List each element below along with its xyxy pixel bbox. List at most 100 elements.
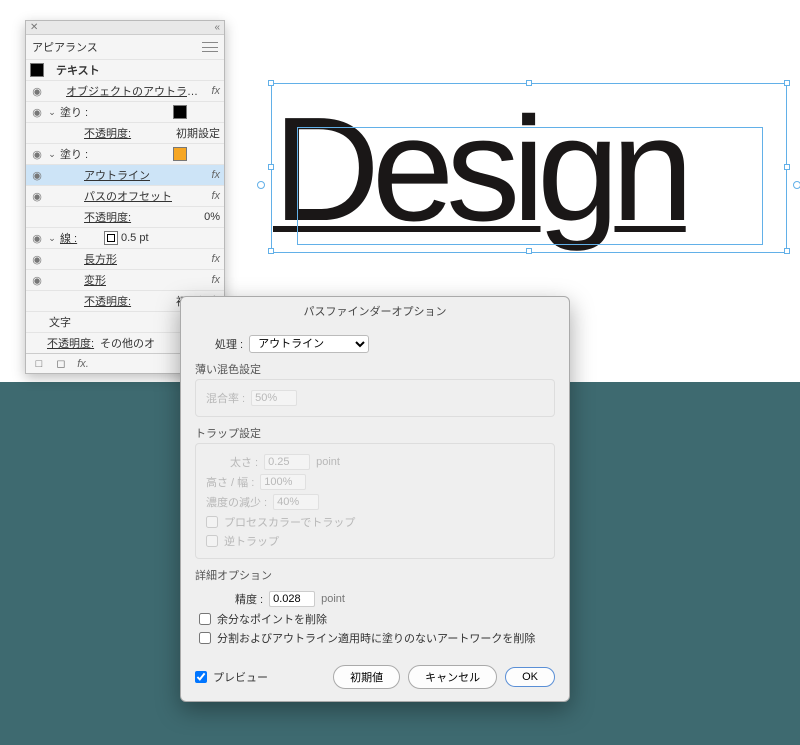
offset-path-row[interactable]: ◉ パスのオフセット fx (26, 185, 224, 206)
effect-label[interactable]: 長方形 (84, 251, 203, 267)
opacity-value: 初期設定 (176, 125, 220, 141)
selection-handle[interactable] (526, 80, 532, 86)
precision-input[interactable] (269, 591, 315, 607)
visibility-toggle[interactable]: ◉ (30, 210, 44, 224)
reverse-trap-label: 逆トラップ (224, 533, 279, 549)
fx-icon[interactable]: fx. (76, 357, 90, 371)
stroke-icon[interactable]: ◻ (54, 357, 68, 371)
mix-rate-input (251, 390, 297, 406)
visibility-toggle[interactable]: ◉ (30, 336, 44, 350)
fx-icon: fx (206, 169, 220, 181)
outline-effect-row[interactable]: ◉ アウトライン fx (26, 164, 224, 185)
thumbnail-swatch (30, 63, 44, 77)
visibility-toggle[interactable]: ◉ (30, 168, 44, 182)
opacity-row-1[interactable]: ◉ 不透明度: 初期設定 (26, 122, 224, 143)
thickness-input (264, 454, 310, 470)
height-row: 高さ / 幅 : (206, 474, 544, 490)
stroke-weight[interactable]: 0.5 pt (121, 232, 149, 244)
panel-titlebar[interactable]: ✕ « (26, 21, 224, 35)
fill-swatch[interactable] (173, 105, 187, 119)
remove-extra-checkbox[interactable] (199, 613, 211, 625)
disclosure-icon[interactable]: ⌄ (47, 107, 57, 118)
effect-label[interactable]: アウトライン (84, 167, 203, 183)
visibility-toggle[interactable]: ◉ (30, 105, 44, 119)
visibility-toggle[interactable]: ◉ (30, 231, 44, 245)
disclosure-icon[interactable]: ⌄ (47, 233, 57, 244)
reduce-input (273, 494, 319, 510)
visibility-toggle[interactable]: ◉ (30, 126, 44, 140)
opacity-row-2[interactable]: ◉ 不透明度: 0% (26, 206, 224, 227)
preview-checkbox[interactable] (195, 671, 207, 683)
panel-tab-label[interactable]: アピアランス (32, 39, 98, 55)
reduce-row: 濃度の減少 : (206, 494, 544, 510)
precision-row: 精度 : point (235, 591, 551, 607)
preview-row: プレビュー (195, 669, 268, 685)
fx-icon: fx (206, 85, 220, 97)
opacity-value: 0% (204, 211, 220, 223)
visibility-toggle[interactable]: ◉ (30, 147, 44, 161)
defaults-button[interactable]: 初期値 (333, 665, 400, 689)
trap-title: トラップ設定 (195, 425, 555, 441)
selection-handle[interactable] (784, 80, 790, 86)
remove-unpainted-label: 分割およびアウトライン適用時に塗りのないアートワークを削除 (217, 630, 535, 646)
anchor-left[interactable] (257, 181, 265, 189)
fill-row-2[interactable]: ◉ ⌄ 塗り : (26, 143, 224, 164)
fx-icon: fx (206, 190, 220, 202)
visibility-toggle[interactable]: ◉ (30, 84, 44, 98)
panel-menu-icon[interactable] (202, 42, 218, 52)
process-color-trap-row: プロセスカラーでトラップ (206, 514, 544, 530)
cancel-button[interactable]: キャンセル (408, 665, 497, 689)
opacity-label[interactable]: 不透明度: (47, 335, 97, 351)
opacity-label[interactable]: 不透明度: (84, 293, 173, 309)
selection-handle[interactable] (526, 248, 532, 254)
effect-label[interactable]: パスのオフセット (84, 188, 203, 204)
close-icon[interactable]: ✕ (30, 22, 38, 33)
reverse-trap-row: 逆トラップ (206, 533, 544, 549)
softmix-title: 薄い混色設定 (195, 361, 555, 377)
fill-label: 塗り : (60, 104, 170, 120)
opacity-label[interactable]: 不透明度: (84, 125, 173, 141)
effect-label[interactable]: オブジェクトのアウトライン (66, 83, 203, 99)
collapse-icon[interactable]: « (214, 22, 220, 33)
stroke-label[interactable]: 線 : (60, 230, 84, 246)
thickness-row: 太さ : point (206, 454, 544, 470)
selection-handle[interactable] (268, 248, 274, 254)
visibility-toggle[interactable]: ◉ (30, 294, 44, 308)
remove-extra-label: 余分なポイントを削除 (217, 611, 327, 627)
thickness-label: 太さ : (230, 454, 258, 470)
remove-unpainted-checkbox[interactable] (199, 632, 211, 644)
visibility-toggle[interactable]: ◉ (30, 252, 44, 266)
fill-swatch[interactable] (173, 147, 187, 161)
fill-row-1[interactable]: ◉ ⌄ 塗り : (26, 101, 224, 122)
transform-effect-row[interactable]: ◉ 変形 fx (26, 269, 224, 290)
selection-handle[interactable] (784, 164, 790, 170)
stroke-swatch[interactable] (104, 231, 118, 245)
selection-handle[interactable] (784, 248, 790, 254)
appearance-target-row[interactable]: テキスト (26, 59, 224, 80)
no-fill-icon[interactable]: □ (32, 357, 46, 371)
stroke-row[interactable]: ◉ ⌄ 線 : 0.5 pt (26, 227, 224, 248)
disclosure-icon[interactable]: ⌄ (47, 149, 57, 160)
ok-button[interactable]: OK (505, 667, 555, 687)
effect-label[interactable]: 変形 (84, 272, 203, 288)
fill-label: 塗り : (60, 146, 170, 162)
dialog-title: パスファインダーオプション (181, 297, 569, 325)
operation-select[interactable]: アウトライン (249, 335, 369, 353)
process-color-trap-checkbox (206, 516, 218, 528)
visibility-toggle[interactable]: ◉ (30, 273, 44, 287)
visibility-toggle[interactable]: ◉ (30, 189, 44, 203)
point-unit: point (316, 456, 340, 468)
remove-unpainted-row: 分割およびアウトライン適用時に塗りのないアートワークを削除 (199, 630, 551, 646)
anchor-right[interactable] (793, 181, 800, 189)
opacity-label[interactable]: 不透明度: (84, 209, 201, 225)
rectangle-effect-row[interactable]: ◉ 長方形 fx (26, 248, 224, 269)
selection-handle[interactable] (268, 164, 274, 170)
canvas-artwork[interactable]: Design (273, 85, 785, 280)
selection-handle[interactable] (268, 80, 274, 86)
advanced-group: 精度 : point 余分なポイントを削除 分割およびアウトライン適用時に塗りの… (195, 585, 555, 655)
reverse-trap-checkbox (206, 535, 218, 547)
mix-rate-label: 混合率 : (206, 390, 245, 406)
object-outline-row[interactable]: ◉ オブジェクトのアウトライン fx (26, 80, 224, 101)
precision-label: 精度 : (235, 591, 263, 607)
softmix-group: 混合率 : (195, 379, 555, 417)
